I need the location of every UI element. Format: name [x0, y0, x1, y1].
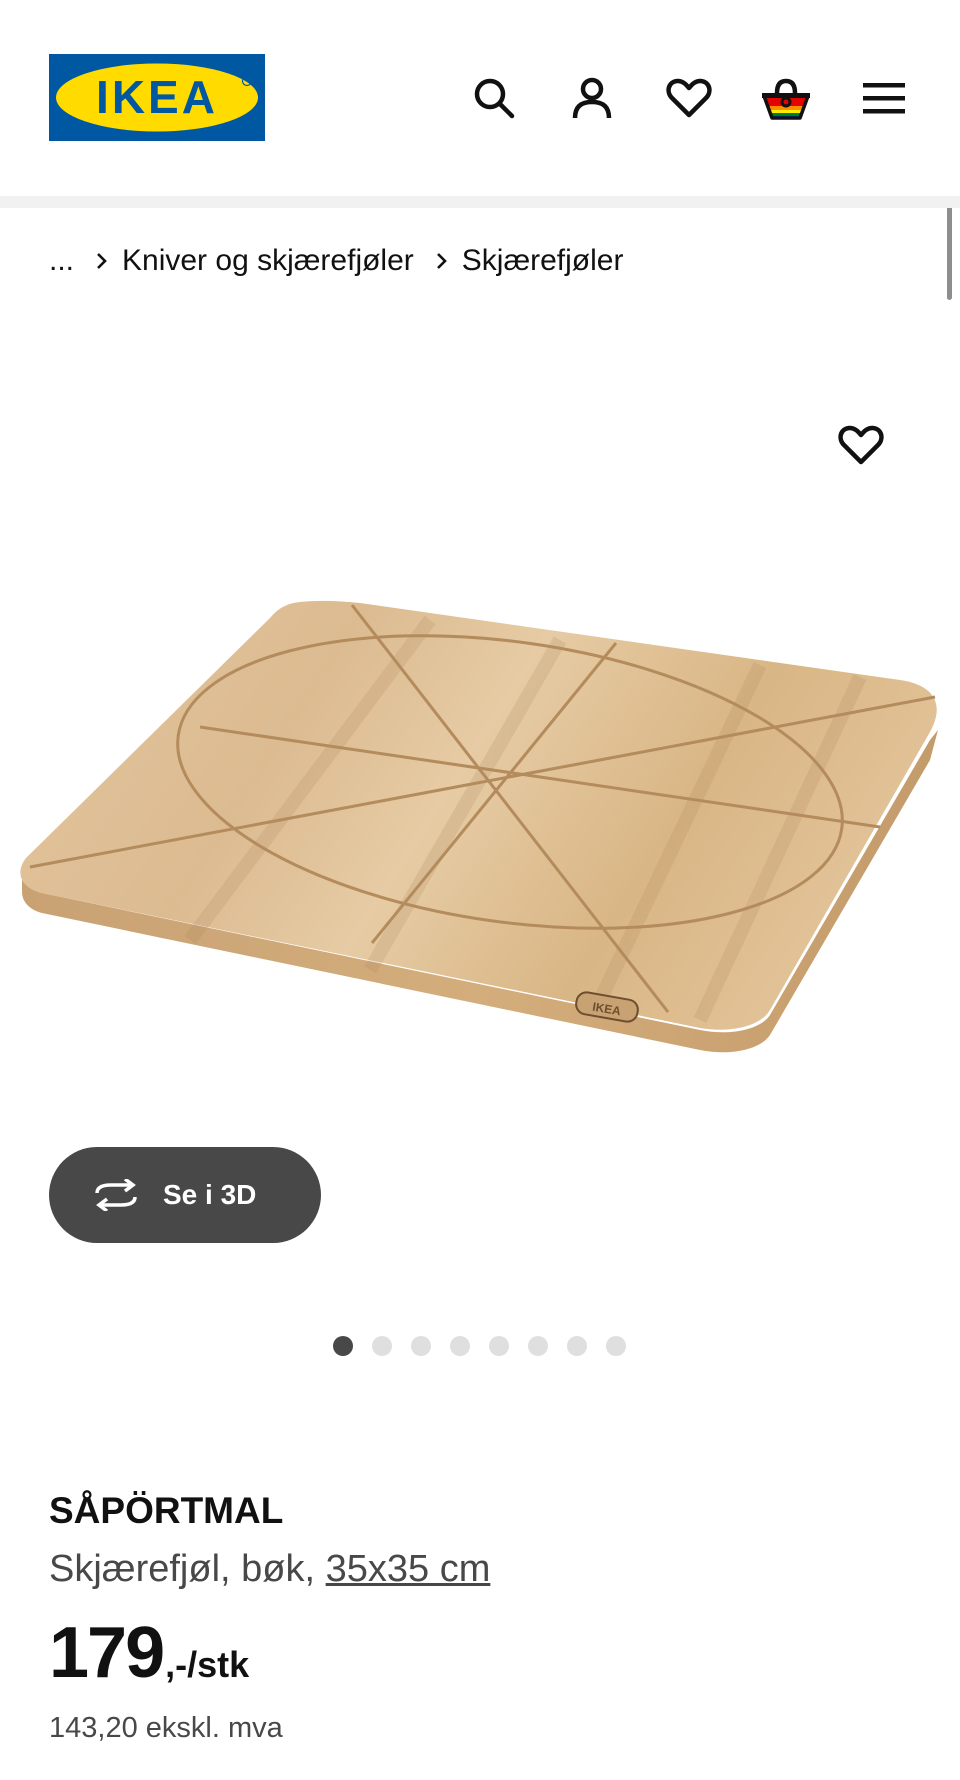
price-unit: ,-/stk	[165, 1644, 250, 1685]
search-icon[interactable]	[466, 70, 522, 126]
product-image[interactable]: IKEA	[0, 580, 960, 1085]
wishlist-heart-icon[interactable]	[661, 70, 717, 126]
gallery-dot-3[interactable]	[411, 1336, 431, 1356]
breadcrumb-item-cutting-boards[interactable]: Skjærefjøler	[462, 244, 624, 278]
product-size-link[interactable]: 35x35 cm	[326, 1548, 491, 1590]
ikea-logo[interactable]: IKEA	[49, 54, 265, 141]
gallery-pagination	[333, 1336, 626, 1356]
gallery-dot-1[interactable]	[333, 1336, 353, 1356]
chevron-right-icon	[96, 251, 108, 271]
product-name: SÅPÖRTMAL	[49, 1490, 284, 1531]
gallery-dot-2[interactable]	[372, 1336, 392, 1356]
price-excl-vat: 143,20 ekskl. mva	[49, 1712, 283, 1744]
product-description: Skjærefjøl, bøk, 35x35 cm	[49, 1548, 490, 1591]
rotate-3d-icon	[91, 1179, 141, 1211]
svg-text:IKEA: IKEA	[96, 71, 218, 123]
price-amount: 179	[49, 1613, 165, 1693]
breadcrumb-item-knives-boards[interactable]: Kniver og skjærefjøler	[122, 244, 414, 278]
view-in-3d-button[interactable]: Se i 3D	[49, 1147, 321, 1243]
hamburger-menu-icon[interactable]	[856, 70, 912, 126]
header-divider	[0, 196, 960, 208]
chevron-right-icon	[436, 251, 448, 271]
gallery-dot-8[interactable]	[606, 1336, 626, 1356]
breadcrumb-ellipsis[interactable]: ...	[49, 244, 74, 278]
gallery-dot-7[interactable]	[567, 1336, 587, 1356]
add-to-wishlist-heart-icon[interactable]	[832, 416, 890, 474]
account-icon[interactable]	[564, 70, 620, 126]
gallery-dot-5[interactable]	[489, 1336, 509, 1356]
product-type-text: Skjærefjøl, bøk,	[49, 1548, 326, 1590]
gallery-dot-6[interactable]	[528, 1336, 548, 1356]
shopping-basket-icon[interactable]	[758, 70, 814, 126]
gallery-dot-4[interactable]	[450, 1336, 470, 1356]
breadcrumb: ... Kniver og skjærefjøler Skjærefjøler	[49, 244, 623, 278]
view-in-3d-label: Se i 3D	[163, 1179, 257, 1210]
site-header: IKEA	[0, 0, 960, 196]
product-price: 179 ,-/stk	[49, 1612, 249, 1694]
